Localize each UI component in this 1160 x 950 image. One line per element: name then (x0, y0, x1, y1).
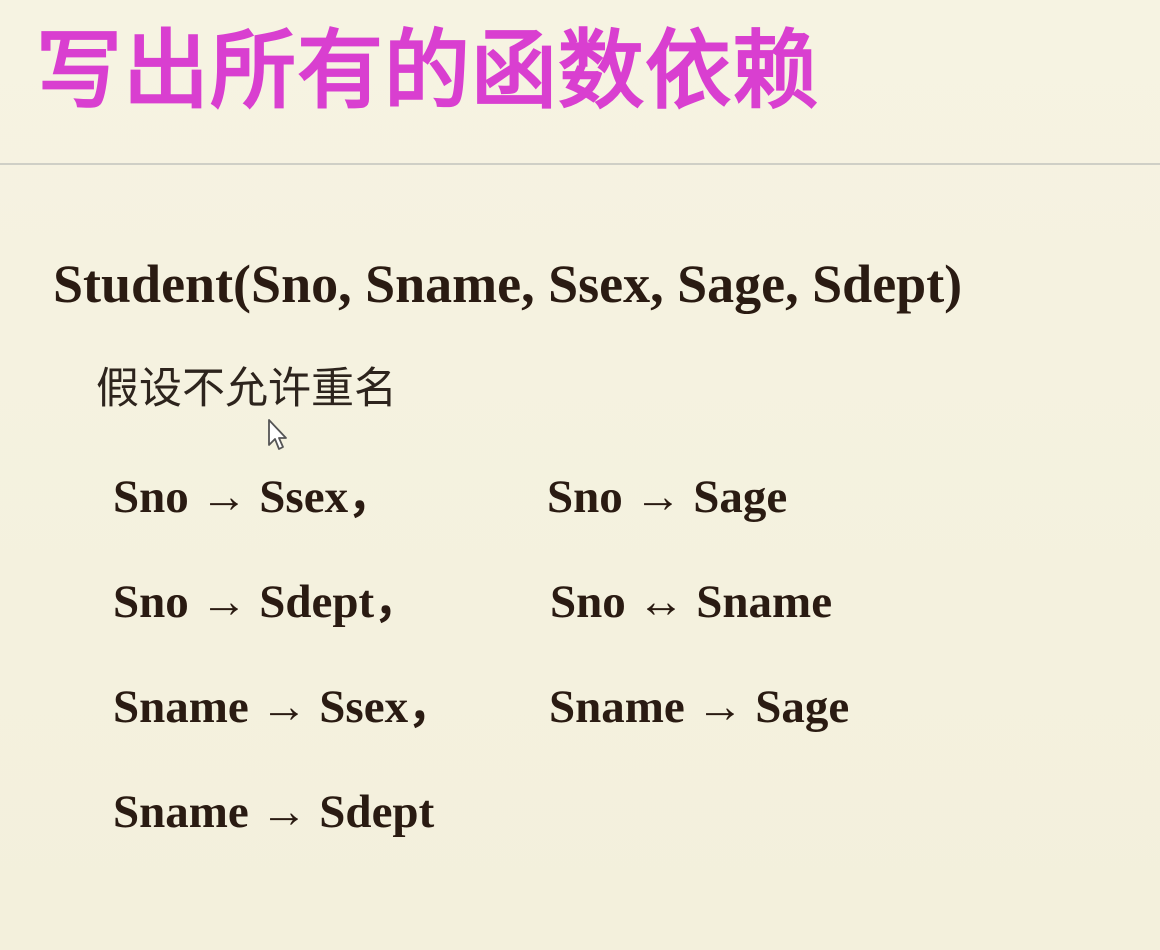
dependency-sno-sage: Sno → Sage (547, 471, 788, 523)
dependency-sname-ssex: Sname → Ssex， (113, 681, 456, 733)
dependency-sname-sdept: Sname → Sdept (113, 786, 435, 838)
slide: 写出所有的函数依赖 Student(Sno, Sname, Ssex, Sage… (0, 0, 1160, 950)
assumption-text: 假设不允许重名 (96, 364, 397, 414)
mouse-pointer-icon (268, 419, 287, 450)
dependency-sno-sdept: Sno → Sdept， (113, 576, 422, 628)
page-title: 写出所有的函数依赖 (36, 21, 819, 121)
dependency-sno-ssex: Sno → Ssex， (113, 471, 396, 523)
title-divider (0, 163, 1160, 165)
dependency-sno-sname: Sno ↔ Sname (550, 576, 833, 628)
relation-schema: Student(Sno, Sname, Ssex, Sage, Sdept) (53, 254, 963, 314)
dependency-sname-sage: Sname → Sage (549, 681, 850, 733)
